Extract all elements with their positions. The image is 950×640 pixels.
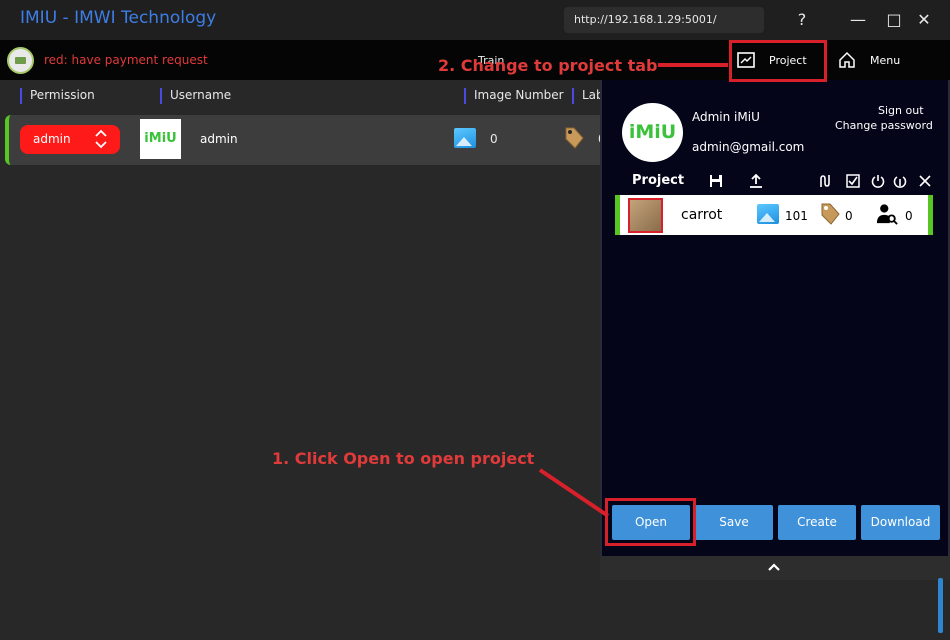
download-button[interactable]: Download bbox=[861, 505, 940, 540]
merge-icon[interactable] bbox=[818, 174, 832, 188]
power-icon[interactable] bbox=[871, 174, 885, 188]
home-icon bbox=[839, 51, 855, 68]
account-name: Admin iMiU bbox=[692, 110, 760, 124]
project-user-count: 0 bbox=[905, 209, 913, 223]
change-password-link[interactable]: Change password bbox=[835, 119, 933, 132]
save-icon[interactable] bbox=[709, 174, 723, 188]
project-image-count: 101 bbox=[785, 209, 808, 223]
tab-menu[interactable]: Menu bbox=[838, 40, 900, 80]
permission-select[interactable]: admin bbox=[20, 125, 120, 154]
url-field[interactable]: http://192.168.1.29:5001/ bbox=[564, 7, 764, 33]
permission-value: admin bbox=[33, 132, 71, 146]
close-icon[interactable] bbox=[918, 174, 932, 188]
save-button[interactable]: Save bbox=[695, 505, 773, 540]
project-thumbnail[interactable] bbox=[628, 198, 663, 233]
app-title: IMIU - IMWI Technology bbox=[20, 8, 217, 28]
project-tag-icon bbox=[821, 203, 840, 225]
chevron-up-icon[interactable] bbox=[767, 560, 781, 574]
updown-icon bbox=[95, 129, 107, 149]
help-button[interactable]: ? bbox=[790, 8, 814, 32]
username-cell: admin bbox=[200, 132, 238, 146]
annotation-step-2: 2. Change to project tab bbox=[438, 56, 658, 75]
maximize-button[interactable]: □ bbox=[882, 8, 906, 32]
scrollbar[interactable] bbox=[938, 578, 943, 633]
payment-notice: red: have payment request bbox=[44, 53, 208, 67]
annotation-arrow-2 bbox=[658, 63, 728, 67]
user-search-icon bbox=[876, 204, 898, 225]
checkbox-icon[interactable] bbox=[846, 174, 860, 188]
col-username: Username bbox=[160, 88, 231, 104]
account-avatar: iMiU bbox=[622, 103, 683, 162]
open-highlight-box bbox=[605, 498, 696, 546]
image-icon bbox=[454, 128, 476, 148]
annotation-arrow-1 bbox=[538, 468, 610, 518]
project-image-icon bbox=[757, 204, 779, 224]
reload-icon[interactable] bbox=[893, 174, 907, 188]
user-avatar: iMiU bbox=[140, 119, 181, 159]
tab-menu-label: Menu bbox=[870, 53, 901, 67]
create-button[interactable]: Create bbox=[778, 505, 856, 540]
project-name: carrot bbox=[681, 207, 723, 223]
tag-icon bbox=[565, 127, 584, 149]
close-window-button[interactable]: ✕ bbox=[912, 8, 936, 32]
col-label: Lab bbox=[572, 88, 604, 104]
annotation-step-1: 1. Click Open to open project bbox=[272, 449, 535, 468]
account-email: admin@gmail.com bbox=[692, 140, 805, 154]
payment-icon[interactable] bbox=[7, 47, 34, 74]
col-image-number: Image Number bbox=[464, 88, 564, 104]
minimize-button[interactable]: — bbox=[846, 8, 870, 32]
col-permission: Permission bbox=[20, 88, 95, 104]
sign-out-link[interactable]: Sign out bbox=[878, 104, 924, 117]
project-label-count: 0 bbox=[845, 209, 853, 223]
project-highlight-box bbox=[729, 40, 827, 82]
upload-icon[interactable] bbox=[749, 174, 763, 188]
project-section-title: Project bbox=[632, 173, 685, 188]
image-count: 0 bbox=[490, 132, 498, 146]
